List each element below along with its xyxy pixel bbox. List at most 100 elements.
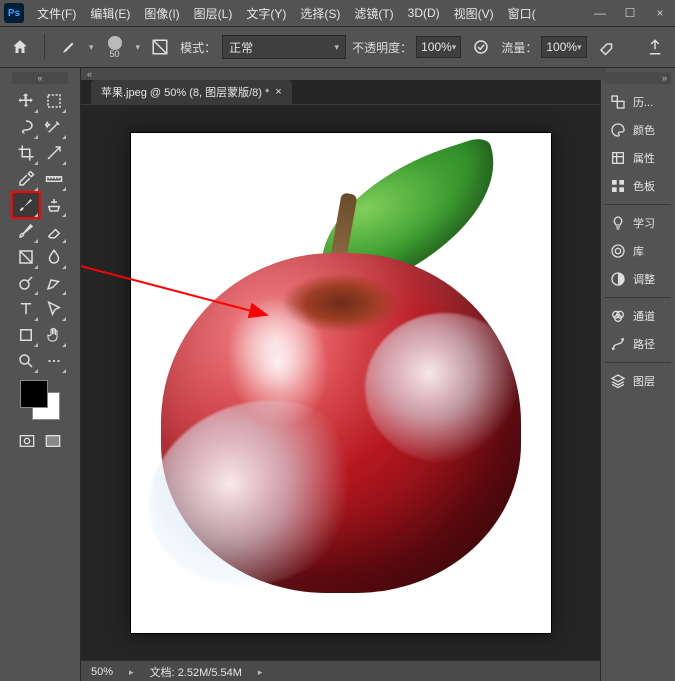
chevron-right-icon[interactable]: ▸ bbox=[129, 667, 134, 678]
opacity-input[interactable]: 100% ▾ bbox=[416, 36, 461, 58]
history-icon bbox=[609, 93, 627, 111]
brush-preview[interactable]: 50 bbox=[100, 32, 130, 62]
cc-libraries-icon bbox=[609, 242, 627, 260]
home-icon[interactable] bbox=[6, 33, 34, 61]
panel-collapse-button[interactable]: » bbox=[605, 72, 671, 84]
panel-properties[interactable]: 属性 bbox=[605, 144, 671, 172]
dodge-icon[interactable] bbox=[12, 270, 40, 296]
menu-item-file[interactable]: 文件(F) bbox=[30, 1, 83, 26]
right-panel-dock: » 历... 颜色 属性 色板 学习 库 调整 bbox=[600, 68, 675, 681]
doc-info-value: 2.52M/5.54M bbox=[178, 667, 242, 679]
panel-label: 颜色 bbox=[633, 122, 655, 138]
chevron-down-icon: ▾ bbox=[335, 42, 340, 53]
doc-info-label: 文档: bbox=[150, 667, 175, 679]
chevron-right-icon[interactable]: ▸ bbox=[258, 667, 263, 678]
standard-mode-icon[interactable] bbox=[15, 430, 39, 452]
docarea-collapse-button[interactable]: « bbox=[81, 68, 606, 80]
menu-item-layer[interactable]: 图层(L) bbox=[187, 1, 240, 26]
color-swatches[interactable] bbox=[20, 380, 60, 420]
document-tab[interactable]: 苹果.jpeg @ 50% (8, 图层蒙版/8) * × bbox=[91, 80, 292, 104]
panel-libraries[interactable]: 库 bbox=[605, 237, 671, 265]
opacity-value: 100% bbox=[421, 40, 452, 54]
document-area: « 苹果.jpeg @ 50% (8, 图层蒙版/8) * × bbox=[81, 68, 600, 681]
menu-item-3d[interactable]: 3D(D) bbox=[401, 2, 447, 24]
water-splash-graphic bbox=[365, 313, 525, 463]
divider bbox=[605, 297, 671, 298]
divider bbox=[605, 204, 671, 205]
menu-item-view[interactable]: 视图(V) bbox=[447, 1, 501, 26]
status-bar: 50% ▸ 文档: 2.52M/5.54M ▸ bbox=[81, 660, 600, 681]
divider bbox=[605, 362, 671, 363]
window-minimize-button[interactable]: — bbox=[585, 0, 615, 26]
quickmask-mode-icon[interactable] bbox=[41, 430, 65, 452]
path-select-icon[interactable] bbox=[40, 296, 68, 322]
shape-icon[interactable] bbox=[12, 322, 40, 348]
channels-icon bbox=[609, 307, 627, 325]
canvas-viewport[interactable] bbox=[81, 105, 600, 660]
palette-icon bbox=[609, 121, 627, 139]
close-icon[interactable]: × bbox=[275, 86, 281, 98]
hand-icon[interactable] bbox=[40, 322, 68, 348]
layers-icon bbox=[609, 372, 627, 390]
panel-channels[interactable]: 通道 bbox=[605, 302, 671, 330]
panel-label: 调整 bbox=[633, 271, 655, 287]
blend-mode-label: 模式： bbox=[180, 39, 216, 56]
panel-history[interactable]: 历... bbox=[605, 88, 671, 116]
brush-panel-icon[interactable] bbox=[146, 33, 174, 61]
ruler-icon[interactable] bbox=[40, 166, 68, 192]
menu-item-select[interactable]: 选择(S) bbox=[293, 1, 347, 26]
clone-stamp-icon[interactable] bbox=[40, 192, 68, 218]
zoom-level[interactable]: 50% bbox=[91, 666, 113, 678]
history-brush-icon[interactable] bbox=[12, 218, 40, 244]
slice-icon[interactable] bbox=[40, 140, 68, 166]
crop-icon[interactable] bbox=[12, 140, 40, 166]
menu-item-window[interactable]: 窗口( bbox=[501, 1, 543, 26]
eyedropper-icon[interactable] bbox=[12, 166, 40, 192]
share-icon[interactable] bbox=[641, 33, 669, 61]
document-tab-bar: 苹果.jpeg @ 50% (8, 图层蒙版/8) * × bbox=[81, 80, 600, 105]
menu-item-filter[interactable]: 滤镜(T) bbox=[347, 1, 400, 26]
type-icon[interactable] bbox=[12, 296, 40, 322]
panel-label: 图层 bbox=[633, 373, 655, 389]
pen-icon[interactable] bbox=[40, 270, 68, 296]
magic-wand-icon[interactable] bbox=[40, 114, 68, 140]
chevron-down-icon[interactable]: ▾ bbox=[89, 42, 94, 53]
panel-adjustments[interactable]: 调整 bbox=[605, 265, 671, 293]
menu-item-edit[interactable]: 编辑(E) bbox=[83, 1, 137, 26]
window-maximize-button[interactable]: ☐ bbox=[615, 0, 645, 26]
brush-icon[interactable] bbox=[12, 192, 40, 218]
panel-swatches[interactable]: 色板 bbox=[605, 172, 671, 200]
document-tab-title: 苹果.jpeg @ 50% (8, 图层蒙版/8) * bbox=[101, 84, 269, 100]
tools-collapse-button[interactable]: « bbox=[12, 72, 68, 84]
menu-item-image[interactable]: 图像(I) bbox=[137, 1, 186, 26]
pressure-opacity-icon[interactable] bbox=[467, 33, 495, 61]
foreground-swatch[interactable] bbox=[20, 380, 48, 408]
blend-mode-select[interactable]: 正常 ▾ bbox=[222, 35, 346, 59]
blur-icon[interactable] bbox=[40, 244, 68, 270]
lasso-icon[interactable] bbox=[12, 114, 40, 140]
flow-input[interactable]: 100% ▾ bbox=[541, 36, 586, 58]
panel-color[interactable]: 颜色 bbox=[605, 116, 671, 144]
airbrush-icon[interactable] bbox=[593, 33, 621, 61]
rect-marquee-icon[interactable] bbox=[40, 88, 68, 114]
chevron-down-icon[interactable]: ▾ bbox=[136, 42, 141, 53]
gradient-icon[interactable] bbox=[12, 244, 40, 270]
window-close-button[interactable]: × bbox=[645, 0, 675, 26]
eraser-icon[interactable] bbox=[40, 218, 68, 244]
brush-size-value: 50 bbox=[110, 49, 120, 59]
panel-learn[interactable]: 学习 bbox=[605, 209, 671, 237]
ellipsis-icon[interactable] bbox=[40, 348, 68, 374]
panel-layers[interactable]: 图层 bbox=[605, 367, 671, 395]
zoom-icon[interactable] bbox=[12, 348, 40, 374]
tool-preset-icon[interactable] bbox=[55, 33, 83, 61]
panel-label: 学习 bbox=[633, 215, 655, 231]
panel-label: 属性 bbox=[633, 150, 655, 166]
options-bar: ▾ 50 ▾ 模式： 正常 ▾ 不透明度： 100% ▾ 流量： 100% ▾ bbox=[0, 27, 675, 68]
panel-paths[interactable]: 路径 bbox=[605, 330, 671, 358]
panel-label: 历... bbox=[633, 94, 653, 110]
panel-label: 通道 bbox=[633, 308, 655, 324]
swatches-icon bbox=[609, 177, 627, 195]
tools-panel: « bbox=[0, 68, 81, 681]
move-icon[interactable] bbox=[12, 88, 40, 114]
menu-item-type[interactable]: 文字(Y) bbox=[239, 1, 293, 26]
